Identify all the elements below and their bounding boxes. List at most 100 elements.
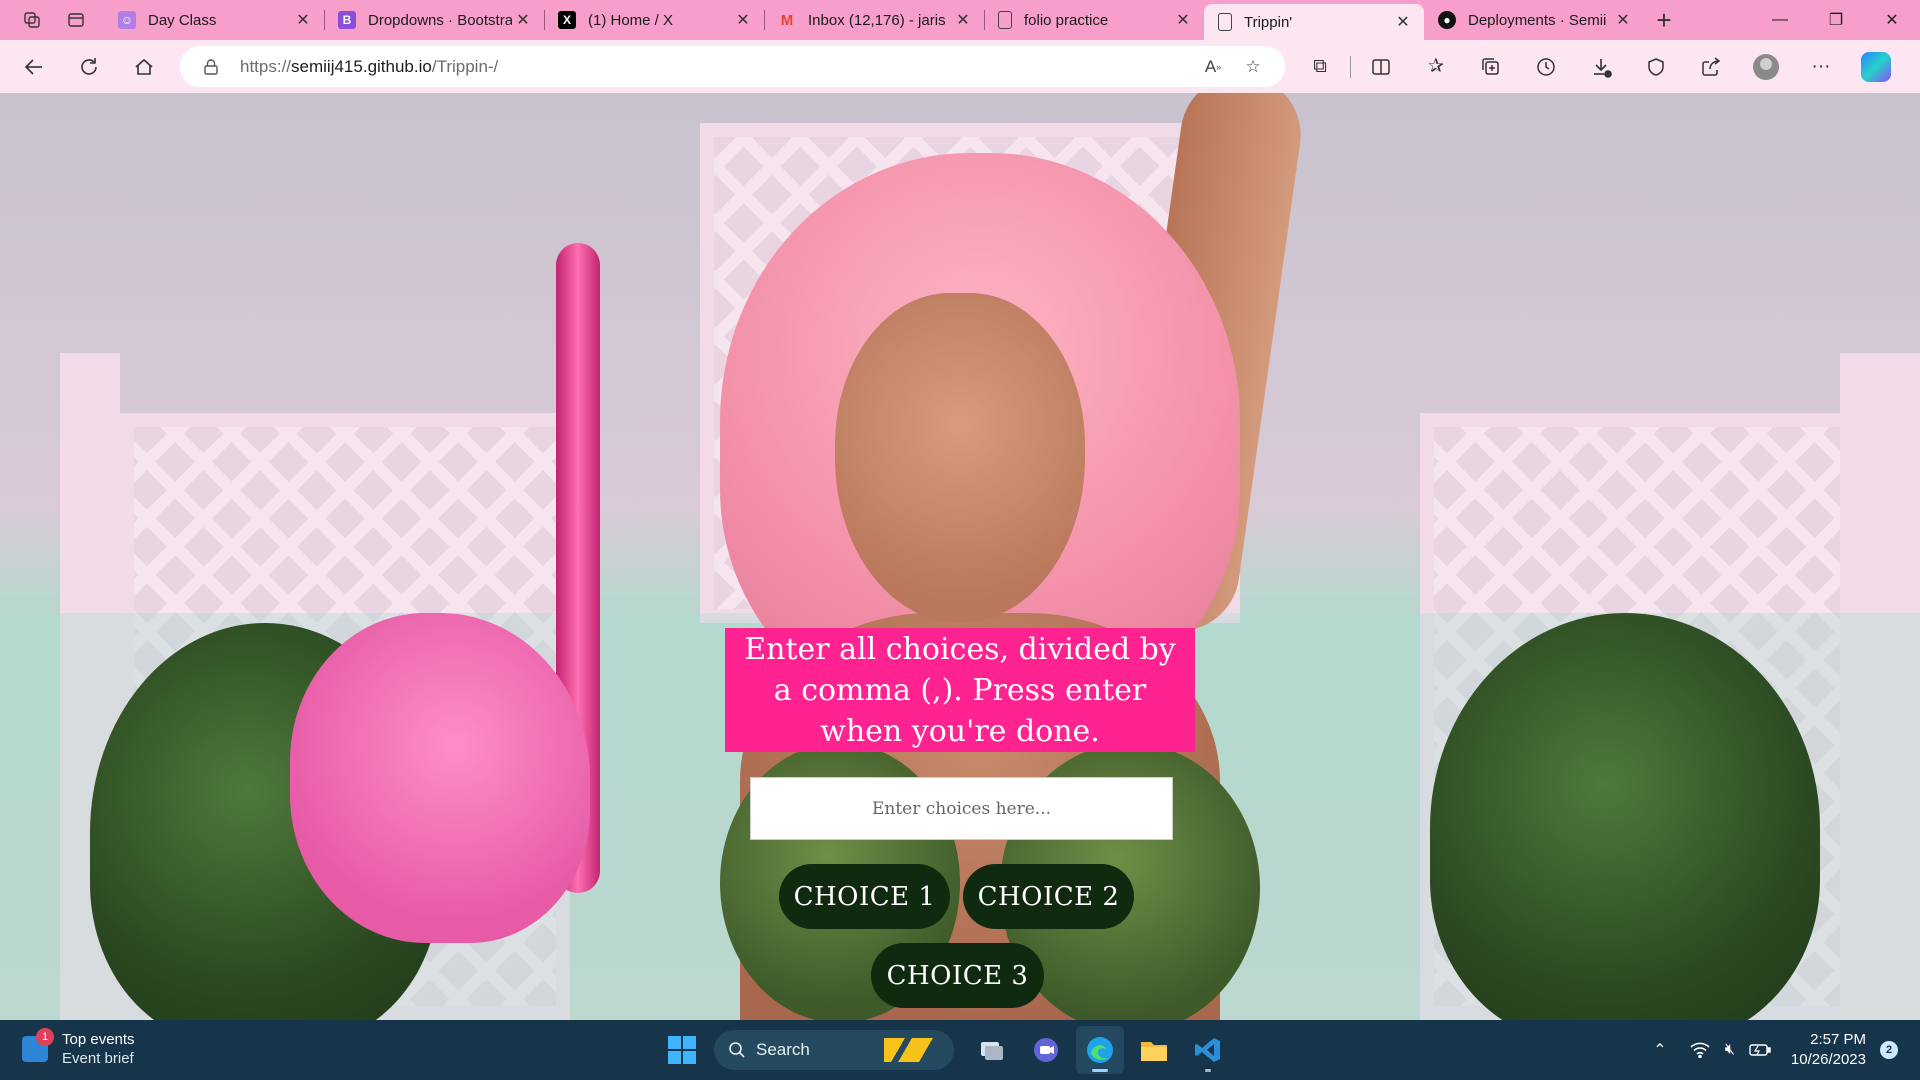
performance-icon[interactable]: [1636, 47, 1676, 87]
instructions-banner: Enter all choices, divided by a comma (,…: [725, 628, 1195, 752]
folder-icon[interactable]: [1130, 1026, 1178, 1074]
document-icon: [998, 11, 1012, 29]
start-button[interactable]: [658, 1026, 706, 1074]
downloads-icon[interactable]: [1581, 47, 1621, 87]
url-path: /Trippin-/: [431, 56, 499, 76]
tab-title: folio practice: [1024, 11, 1109, 29]
clock-time: 2:57 PM: [1810, 1031, 1866, 1048]
web-page: Enter all choices, divided by a comma (,…: [0, 93, 1920, 1020]
chevron-up-icon[interactable]: ⌃: [1645, 1035, 1675, 1065]
choices-input[interactable]: [750, 777, 1173, 840]
tab[interactable]: B Dropdowns · Bootstrap ✕: [324, 0, 544, 40]
tab-title: Day Class: [148, 11, 217, 29]
widget-badge: 1: [36, 1028, 54, 1046]
choice-1-button[interactable]: CHOICE 1: [779, 864, 950, 929]
window-controls: — ❐ ✕: [1752, 0, 1920, 40]
calendar-icon: 1: [22, 1028, 54, 1062]
favorite-star-icon[interactable]: ☆: [1233, 47, 1273, 87]
read-aloud-icon[interactable]: A»: [1193, 47, 1233, 87]
browser-toolbar: ⧉ ✰ ···: [1300, 46, 1911, 87]
choice-3-button[interactable]: CHOICE 3: [871, 943, 1044, 1008]
profile-icon: ☺: [118, 11, 136, 29]
widget-text: Top events Event brief: [62, 1030, 135, 1068]
tab[interactable]: ● Deployments · Semii ✕: [1424, 0, 1644, 40]
tab[interactable]: X (1) Home / X ✕: [544, 0, 764, 40]
figure-face: [835, 293, 1085, 623]
search-label: Search: [756, 1040, 810, 1059]
volume-muted-icon[interactable]: 🔇︎: [1715, 1035, 1745, 1065]
taskbar-apps: Search: [658, 1026, 1232, 1074]
home-button[interactable]: [124, 47, 164, 87]
refresh-button[interactable]: [69, 47, 109, 87]
widget-title: Top events: [62, 1031, 135, 1048]
avatar: [1753, 53, 1779, 80]
choice-2-button[interactable]: CHOICE 2: [963, 864, 1134, 929]
back-button[interactable]: [14, 47, 54, 87]
close-icon[interactable]: ✕: [1392, 11, 1414, 33]
bootstrap-icon: B: [338, 11, 356, 29]
document-icon: [1218, 13, 1232, 31]
close-icon[interactable]: ✕: [1172, 9, 1194, 31]
toolbar-divider: [1350, 55, 1351, 78]
url-host: semiij415.github.io: [291, 56, 432, 76]
workspaces-icon[interactable]: [12, 0, 52, 40]
lock-icon[interactable]: [202, 58, 220, 76]
topiary-bush: [1430, 613, 1820, 1020]
restore-icon[interactable]: ❐: [1808, 0, 1864, 40]
profile-avatar[interactable]: [1746, 47, 1786, 87]
taskbar: 1 Top events Event brief Search ⌃ 🔇︎ 2:5…: [0, 1020, 1920, 1080]
vscode-icon[interactable]: [1184, 1026, 1232, 1074]
clock-date: 10/26/2023: [1790, 1051, 1866, 1068]
background-photo: [0, 93, 1920, 1020]
tab-active[interactable]: Trippin' ✕: [1204, 4, 1424, 40]
running-indicator: [1205, 1069, 1211, 1072]
github-icon: ●: [1438, 11, 1456, 29]
edge-icon[interactable]: [1076, 1026, 1124, 1074]
close-icon[interactable]: ✕: [732, 9, 754, 31]
close-icon[interactable]: ✕: [512, 9, 534, 31]
pink-glove: [290, 613, 590, 943]
copilot-icon[interactable]: [1856, 47, 1896, 87]
share-icon[interactable]: [1691, 47, 1731, 87]
tab[interactable]: M Inbox (12,176) - jaris ✕: [764, 0, 984, 40]
widgets-button[interactable]: 1 Top events Event brief: [22, 1028, 135, 1068]
tab-strip: ☺ Day Class ✕ B Dropdowns · Bootstrap ✕ …: [0, 0, 1920, 40]
clock[interactable]: 2:57 PM 10/26/2023: [1791, 1030, 1866, 1070]
tab[interactable]: folio practice ✕: [984, 0, 1204, 40]
search-highlight-icon: [884, 1038, 940, 1062]
collections-icon[interactable]: [1471, 47, 1511, 87]
tab-title: Trippin': [1244, 13, 1293, 31]
widget-subtitle: Event brief: [62, 1050, 134, 1067]
notification-badge[interactable]: 2: [1880, 1041, 1898, 1059]
windows-icon: [668, 1036, 696, 1064]
teams-icon[interactable]: [1022, 1026, 1070, 1074]
wifi-icon[interactable]: [1685, 1035, 1715, 1065]
x-icon: X: [558, 11, 576, 29]
url-scheme: https://: [240, 56, 292, 76]
close-icon[interactable]: ✕: [292, 9, 314, 31]
address-bar-actions: A» ☆: [1193, 46, 1273, 87]
navigation-bar: https://semiij415.github.io/Trippin-/ A»…: [0, 40, 1920, 93]
more-options-icon[interactable]: ···: [1801, 47, 1841, 87]
active-indicator: [1092, 1069, 1108, 1072]
history-icon[interactable]: [1526, 47, 1566, 87]
minimize-icon[interactable]: —: [1752, 0, 1808, 40]
task-view-icon[interactable]: [968, 1026, 1016, 1074]
gmail-icon: M: [780, 11, 794, 29]
close-icon[interactable]: ✕: [1612, 9, 1634, 31]
address-bar[interactable]: https://semiij415.github.io/Trippin-/ A»…: [180, 46, 1285, 87]
extensions-icon[interactable]: ⧉: [1300, 47, 1340, 87]
tab-actions-icon[interactable]: [56, 0, 96, 40]
close-icon[interactable]: ✕: [952, 9, 974, 31]
tab-title: (1) Home / X: [588, 11, 674, 29]
tab[interactable]: ☺ Day Class ✕: [104, 0, 324, 40]
battery-icon[interactable]: [1745, 1035, 1775, 1065]
taskbar-search[interactable]: Search: [714, 1030, 954, 1070]
tab-title: Inbox (12,176) - jaris: [808, 11, 946, 29]
tab-title: Dropdowns · Bootstrap: [368, 11, 512, 29]
favorites-icon[interactable]: ✰: [1416, 47, 1456, 87]
split-screen-icon[interactable]: [1361, 47, 1401, 87]
new-tab-button[interactable]: +: [1644, 0, 1684, 40]
close-window-icon[interactable]: ✕: [1864, 0, 1920, 40]
url-text: https://semiij415.github.io/Trippin-/: [240, 57, 498, 77]
